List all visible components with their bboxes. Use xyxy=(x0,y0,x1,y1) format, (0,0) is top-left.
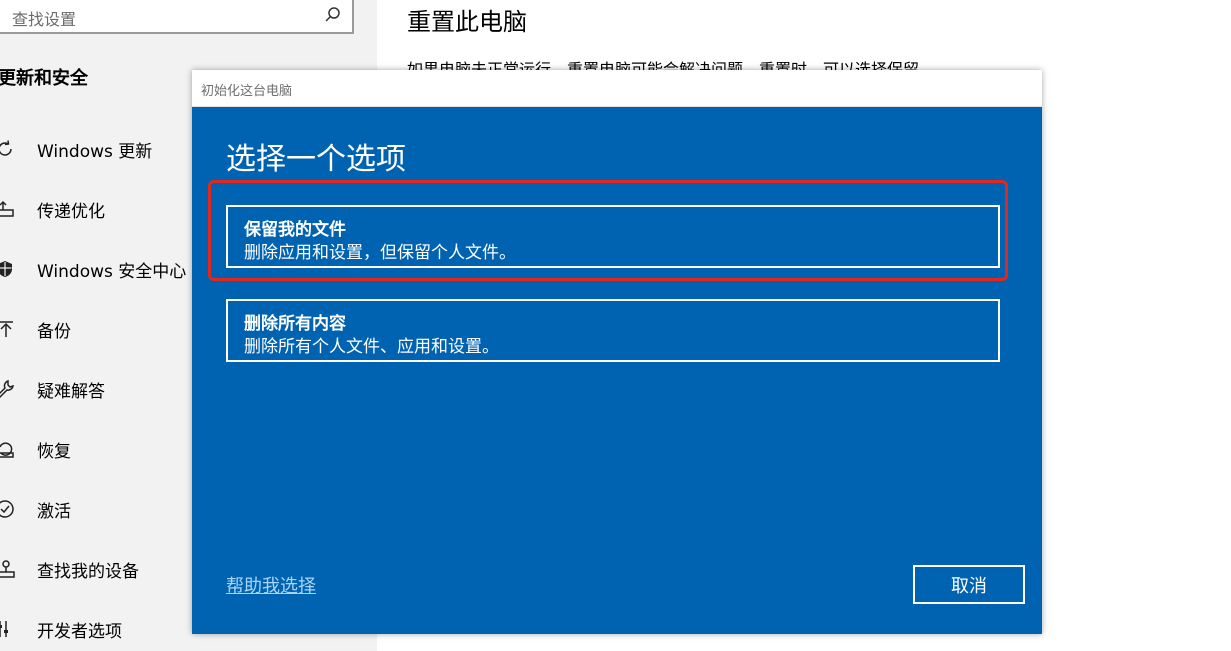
cancel-button[interactable]: 取消 xyxy=(913,565,1025,604)
sidebar-item-label: Windows 安全中心 xyxy=(37,262,187,282)
sidebar-item-label: 开发者选项 xyxy=(37,622,122,642)
dialog-titlebar: 初始化这台电脑 xyxy=(192,70,1042,107)
sidebar-item-label: Windows 更新 xyxy=(37,142,153,162)
shield-icon xyxy=(0,258,16,280)
search-input[interactable]: 查找设置 xyxy=(0,0,354,34)
sidebar-item-label: 恢复 xyxy=(37,442,71,462)
wrench-icon xyxy=(0,378,16,400)
dialog-heading: 选择一个选项 xyxy=(226,142,406,177)
option-description: 删除所有个人文件、应用和设置。 xyxy=(244,337,499,357)
option-title: 保留我的文件 xyxy=(244,220,346,240)
option-description: 删除应用和设置，但保留个人文件。 xyxy=(244,243,516,263)
find-device-icon xyxy=(0,558,16,580)
sidebar-item-label: 传递优化 xyxy=(37,202,105,222)
dialog-window-title: 初始化这台电脑 xyxy=(201,84,293,99)
refresh-icon xyxy=(0,138,16,160)
search-placeholder: 查找设置 xyxy=(12,10,77,29)
check-circle-icon xyxy=(0,498,16,520)
help-me-choose-link[interactable]: 帮助我选择 xyxy=(226,572,316,598)
reset-pc-dialog: 初始化这台电脑 选择一个选项 保留我的文件 删除应用和设置，但保留个人文件。 删… xyxy=(192,70,1042,634)
delivery-optimization-icon xyxy=(0,198,16,220)
search-icon[interactable] xyxy=(324,6,342,24)
sidebar-item-label: 激活 xyxy=(37,502,71,522)
sidebar-item-label: 疑难解答 xyxy=(37,382,105,402)
remove-everything-option[interactable]: 删除所有内容 删除所有个人文件、应用和设置。 xyxy=(226,299,1000,362)
recovery-icon xyxy=(0,438,16,460)
keep-my-files-option[interactable]: 保留我的文件 删除应用和设置，但保留个人文件。 xyxy=(226,205,1000,268)
option-title: 删除所有内容 xyxy=(244,314,346,334)
sidebar-item-label: 查找我的设备 xyxy=(37,562,139,582)
page-title: 重置此电脑 xyxy=(407,8,527,36)
section-title: 更新和安全 xyxy=(0,68,88,89)
backup-arrow-icon xyxy=(0,318,16,340)
developer-tools-icon xyxy=(0,618,16,640)
sidebar-item-label: 备份 xyxy=(37,322,71,342)
